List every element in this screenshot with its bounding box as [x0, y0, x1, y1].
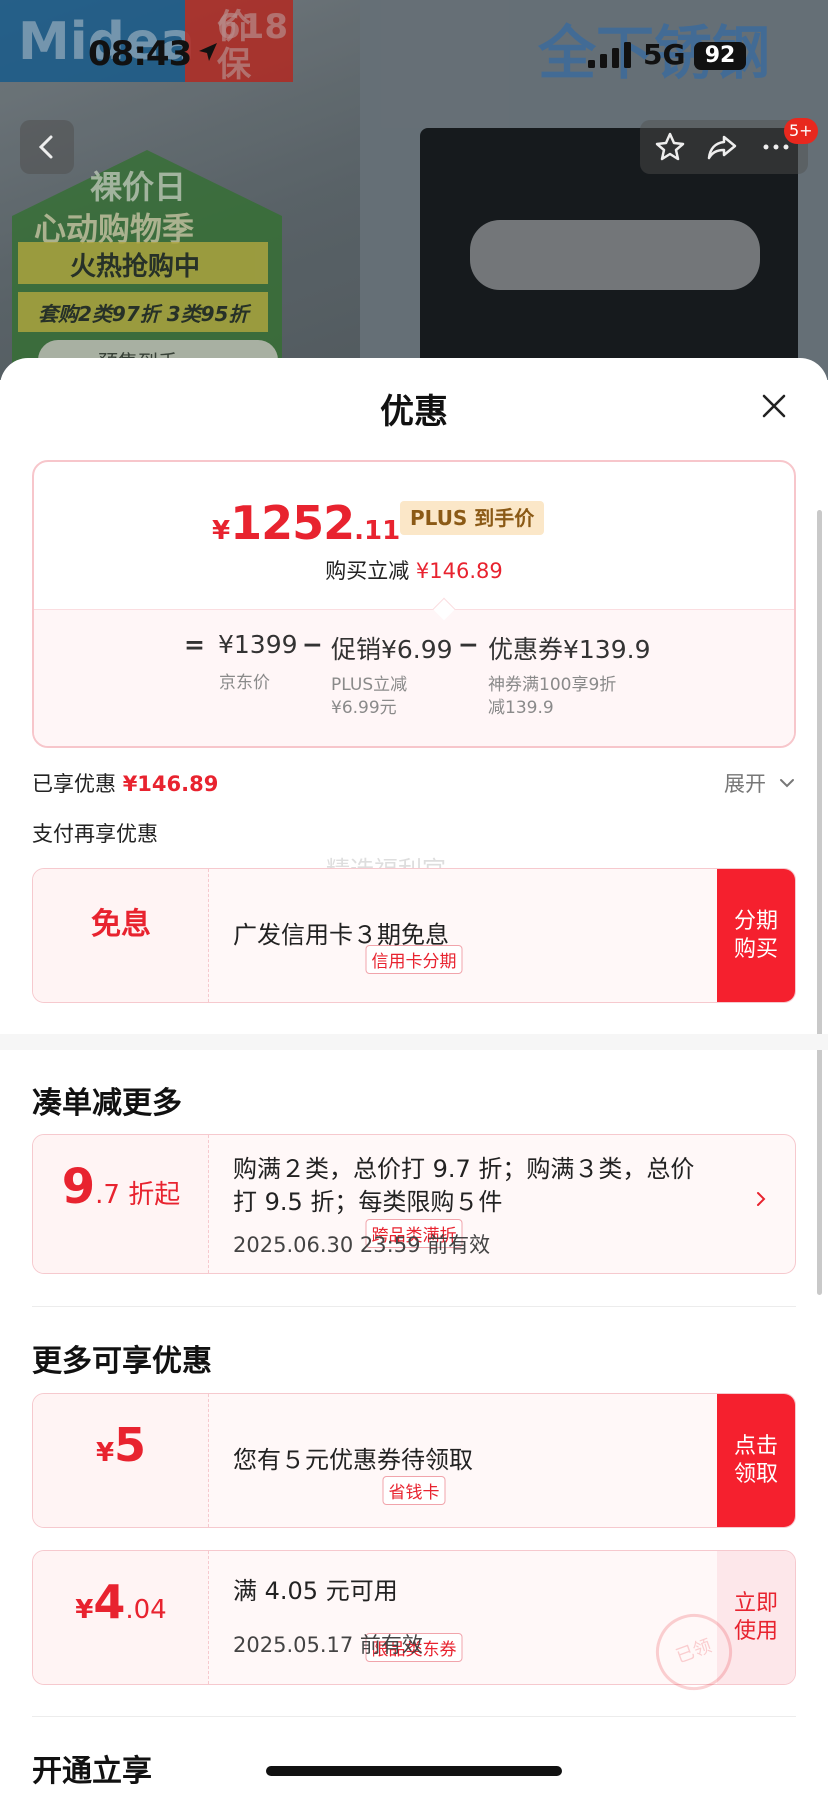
signal-icon: [588, 42, 631, 68]
share-icon[interactable]: [704, 129, 740, 165]
sheet-title: 优惠: [380, 392, 448, 432]
installment-title: 免息: [91, 907, 151, 942]
open-section-title: 开通立享: [32, 1754, 152, 1789]
section-separator: [0, 1034, 828, 1050]
installment-buy-button[interactable]: 分期购买: [717, 869, 795, 1002]
category-coupon-amount: ¥4.04: [75, 1575, 167, 1629]
calc-jd-price-label: 京东价: [219, 673, 270, 693]
bundle-card[interactable]: 9.7 折起 跨品类满折 购满２类，总价打 9.7 折；购满３类，总价 打 9.…: [32, 1134, 796, 1274]
enjoyed-discount-value: ¥146.89: [122, 772, 219, 796]
bundle-desc-line-1: 购满２类，总价打 9.7 折；购满３类，总价: [233, 1155, 695, 1183]
calc-coupon-label-2: 减139.9: [488, 698, 554, 718]
category-coupon-desc: 满 4.05 元可用: [233, 1577, 398, 1605]
calc-jd-price: ¥1399: [218, 630, 298, 659]
final-price-currency: ¥: [212, 516, 231, 546]
bundle-section-title: 凑单减更多: [32, 1086, 182, 1121]
calc-promo: 促销¥6.99: [331, 635, 453, 664]
bundle-desc-line-2: 打 9.5 折；每类限购５件: [233, 1188, 503, 1216]
chevron-down-icon[interactable]: [778, 774, 796, 792]
divider: [32, 1306, 796, 1307]
chevron-left-icon: [38, 135, 53, 159]
home-indicator[interactable]: [266, 1766, 562, 1776]
bundle-date: 2025.06.30 23:59 前有效: [233, 1233, 491, 1257]
installment-card[interactable]: 免息 信用卡分期 广发信用卡３期免息 分期购买: [32, 868, 796, 1003]
savings-card-coupon[interactable]: ¥5 省钱卡 您有５元优惠券待领取 点击领取: [32, 1393, 796, 1528]
calc-minus-2: −: [458, 630, 479, 659]
notification-badge: 5+: [784, 118, 818, 144]
savings-desc: 您有５元优惠券待领取: [233, 1446, 473, 1474]
calc-minus-1: −: [302, 630, 323, 659]
calc-coupon: 优惠券¥139.9: [488, 635, 651, 664]
calc-equals: =: [184, 630, 205, 659]
savings-amount: ¥5: [95, 1418, 147, 1472]
status-time: 08:43: [88, 34, 192, 74]
plus-price-tag: PLUS 到手价: [400, 501, 545, 535]
chevron-right-icon[interactable]: [753, 1191, 769, 1207]
enjoyed-discount: 已享优惠 ¥146.89: [32, 772, 219, 796]
star-icon[interactable]: [652, 129, 688, 165]
final-price-decimal: .11: [354, 516, 401, 546]
expand-button[interactable]: 展开: [724, 768, 766, 798]
pay-discount-title: 支付再享优惠: [32, 822, 158, 846]
back-button[interactable]: [20, 120, 74, 174]
savings-tag: 省钱卡: [382, 1476, 446, 1505]
scrollbar[interactable]: [817, 510, 822, 1295]
calc-coupon-label-1: 神券满100享9折: [488, 675, 617, 695]
claim-coupon-button[interactable]: 点击领取: [717, 1394, 795, 1527]
instant-discount: 购买立减 ¥146.89: [325, 559, 503, 583]
final-price: ¥1252.11: [212, 496, 400, 550]
calc-promo-label-2: ¥6.99元: [331, 698, 397, 718]
category-coupon-date: 2025.05.17 前有效: [233, 1633, 423, 1657]
installment-desc: 广发信用卡３期免息: [233, 921, 449, 949]
location-arrow-icon: [199, 43, 217, 61]
battery-indicator: 92: [694, 42, 746, 70]
final-price-integer: 1252: [230, 496, 355, 550]
divider: [32, 1716, 796, 1717]
instant-discount-value: ¥146.89: [415, 559, 503, 583]
calc-promo-label-1: PLUS立减: [331, 675, 408, 695]
network-type: 5G: [643, 38, 686, 71]
bundle-discount: 9.7 折起: [61, 1159, 181, 1215]
close-icon[interactable]: [756, 388, 792, 424]
more-section-title: 更多可享优惠: [32, 1344, 212, 1379]
